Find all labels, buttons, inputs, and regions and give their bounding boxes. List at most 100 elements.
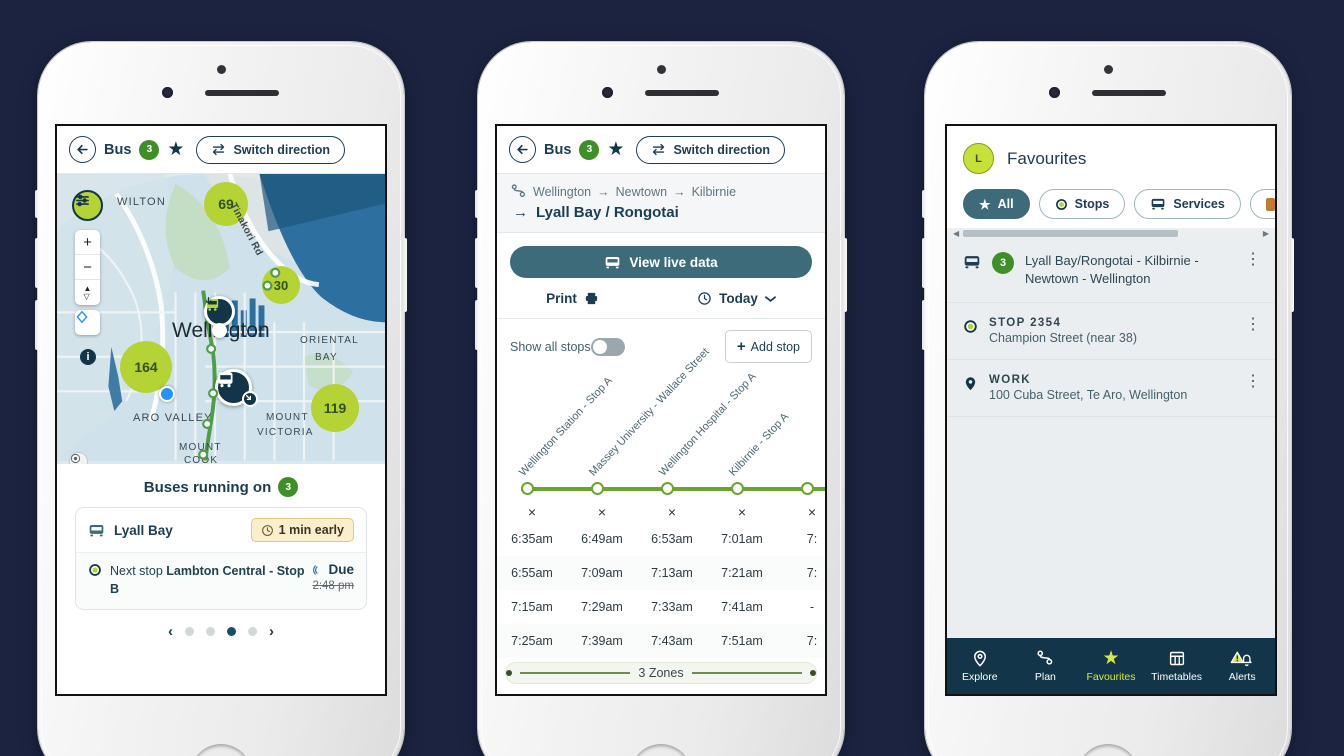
map-view[interactable]: + − ▲ ▽ i 69 30 164 119 WILTON Tinakori … xyxy=(57,174,385,464)
table-row[interactable]: 6:55am 7:09am 7:13am 7:21am 7: xyxy=(497,556,825,590)
route-stop-node[interactable] xyxy=(521,482,534,495)
kebab-menu-icon[interactable]: ⋮ xyxy=(1245,316,1261,332)
timetable: Wellington Station - Stop A Massey Unive… xyxy=(497,346,825,684)
carousel-next-button[interactable]: › xyxy=(269,623,274,640)
scroll-left-arrow[interactable]: ◀ xyxy=(953,229,959,238)
power-button[interactable] xyxy=(843,238,847,312)
table-row[interactable]: 6:35am 6:49am 6:53am 7:01am 7: xyxy=(497,522,825,556)
map-cluster[interactable]: 69 xyxy=(204,182,248,226)
map-zoom-controls[interactable]: + − ▲ ▽ xyxy=(75,230,100,305)
carousel-dot[interactable] xyxy=(206,627,215,637)
map-filter-button[interactable] xyxy=(72,190,103,221)
zoom-in-button[interactable]: + xyxy=(75,230,100,255)
volume-down-button[interactable] xyxy=(475,300,479,350)
remove-stop-button[interactable]: × xyxy=(777,504,825,520)
back-button[interactable] xyxy=(69,136,96,163)
star-filled-icon[interactable]: ★ xyxy=(167,140,184,159)
carousel-dot-active[interactable] xyxy=(227,627,236,637)
filter-chip-stops[interactable]: Stops xyxy=(1038,189,1126,219)
carousel-dot[interactable] xyxy=(248,627,257,637)
status-badge: 1 min early xyxy=(250,518,354,542)
map-cluster[interactable]: 164 xyxy=(120,341,172,393)
bus-trip-card[interactable]: Lyall Bay 1 min early Next stop Lambton … xyxy=(75,507,367,611)
route-stop-node[interactable] xyxy=(661,482,674,495)
route-stop-node[interactable] xyxy=(591,482,604,495)
locate-icon[interactable] xyxy=(75,310,100,335)
map-locate-control[interactable] xyxy=(75,310,100,335)
proximity-sensor-icon xyxy=(657,65,666,74)
favourites-filter-chips[interactable]: ★ All Stops Services xyxy=(947,187,1275,228)
tab-favourites[interactable]: ★ Favourites xyxy=(1078,649,1144,683)
map-cluster[interactable]: 119 xyxy=(311,384,359,432)
volume-up-button[interactable] xyxy=(922,238,926,288)
tab-explore[interactable]: Explore xyxy=(947,649,1013,683)
tilt-icon[interactable]: ▲ ▽ xyxy=(75,280,100,305)
carousel-prev-button[interactable]: ‹ xyxy=(168,623,173,640)
breadcrumb-stop-2[interactable]: Kilbirnie xyxy=(692,185,736,199)
list-item[interactable]: WORK 100 Cuba Street, Te Aro, Wellington… xyxy=(947,360,1275,417)
list-item[interactable]: STOP 2354 Champion Street (near 38) ⋮ xyxy=(947,303,1275,360)
mute-switch[interactable] xyxy=(922,190,926,218)
filter-chip-partial[interactable] xyxy=(1249,189,1275,219)
add-stop-button[interactable]: + Add stop xyxy=(724,330,812,363)
print-button[interactable]: Print xyxy=(546,291,599,306)
bus-marker-navy[interactable] xyxy=(215,369,258,407)
mute-switch[interactable] xyxy=(475,190,479,218)
table-row[interactable]: 7:15am 7:29am 7:33am 7:41am - xyxy=(497,590,825,624)
map-cluster[interactable]: 30 xyxy=(262,266,300,304)
route-number-badge: 3 xyxy=(278,477,299,497)
compass-icon[interactable] xyxy=(69,452,88,464)
filter-chip-all[interactable]: ★ All xyxy=(963,189,1030,219)
bus-trip-header: Lyall Bay 1 min early xyxy=(76,508,366,552)
switch-direction-button[interactable]: Switch direction xyxy=(636,135,785,164)
chips-scrollbar[interactable]: ◀ ▶ xyxy=(947,228,1275,238)
carousel-pager[interactable]: ‹ › xyxy=(57,610,385,644)
mute-switch[interactable] xyxy=(35,190,39,218)
scrollbar-thumb[interactable] xyxy=(963,229,1179,237)
bus-icon xyxy=(1152,198,1165,210)
power-button[interactable] xyxy=(1290,238,1294,312)
volume-up-button[interactable] xyxy=(475,238,479,288)
remove-stop-button[interactable]: × xyxy=(567,504,637,520)
day-selector[interactable]: Today xyxy=(697,291,776,306)
info-icon[interactable]: i xyxy=(80,349,96,365)
timetable-cell: 6:53am xyxy=(651,532,693,546)
breadcrumb-stop-0[interactable]: Wellington xyxy=(533,185,591,199)
remove-stop-button[interactable]: × xyxy=(707,504,777,520)
switch-direction-button[interactable]: Switch direction xyxy=(196,135,345,164)
volume-down-button[interactable] xyxy=(922,300,926,350)
kebab-menu-icon[interactable]: ⋮ xyxy=(1245,251,1261,267)
route-number-badge: 3 xyxy=(992,252,1014,274)
bottom-tab-bar[interactable]: Explore Plan ★ Favourites Timetables Ale… xyxy=(947,638,1275,694)
filter-chip-services[interactable]: Services xyxy=(1134,189,1241,219)
tab-alerts[interactable]: Alerts xyxy=(1209,649,1275,683)
show-all-stops-control[interactable]: Show all stops xyxy=(510,337,625,356)
stops-options-row: Show all stops + Add stop xyxy=(497,319,825,372)
tab-timetables[interactable]: Timetables xyxy=(1144,649,1210,683)
star-filled-icon[interactable]: ★ xyxy=(607,140,624,159)
breadcrumb-stop-1[interactable]: Newtown xyxy=(616,185,667,199)
zones-indicator: 3 Zones xyxy=(505,662,817,684)
list-item[interactable]: 3 Lyall Bay/Rongotai - Kilbirnie - Newto… xyxy=(947,238,1275,303)
route-stop-node[interactable] xyxy=(801,482,814,495)
carousel-dot[interactable] xyxy=(185,627,194,637)
volume-up-button[interactable] xyxy=(35,238,39,288)
zoom-out-button[interactable]: − xyxy=(75,255,100,280)
kebab-menu-icon[interactable]: ⋮ xyxy=(1245,373,1261,389)
avatar[interactable]: L xyxy=(963,143,994,174)
power-button[interactable] xyxy=(403,238,407,312)
route-stop-node[interactable] xyxy=(731,482,744,495)
table-row[interactable]: 7:25am 7:39am 7:43am 7:51am 7: xyxy=(497,624,825,658)
remove-stop-button[interactable]: × xyxy=(497,504,567,520)
route-pin-icon xyxy=(511,184,526,197)
tab-plan[interactable]: Plan xyxy=(1013,649,1079,683)
timetable-cell: 7:09am xyxy=(581,566,623,580)
timetable-stop-header[interactable]: Kilbirnie - Stop A xyxy=(727,411,793,480)
view-live-data-button[interactable]: View live data xyxy=(510,246,812,278)
remove-stop-button[interactable]: × xyxy=(637,504,707,520)
bus-marker-green[interactable] xyxy=(204,296,235,338)
show-all-stops-toggle[interactable] xyxy=(590,337,625,356)
scroll-right-arrow[interactable]: ▶ xyxy=(1263,229,1269,238)
volume-down-button[interactable] xyxy=(35,300,39,350)
back-button[interactable] xyxy=(509,136,536,163)
